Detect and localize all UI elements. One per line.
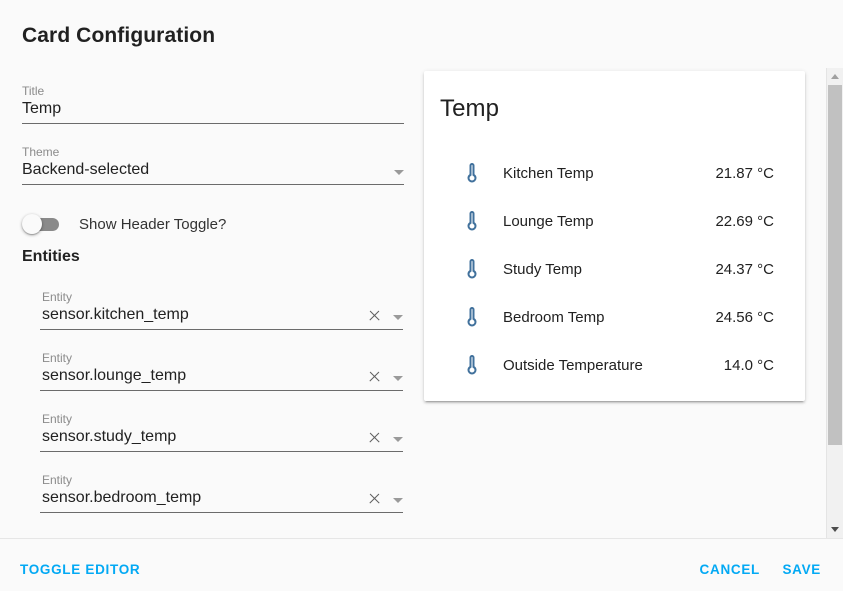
title-field-group: Title Temp <box>22 84 404 124</box>
close-icon[interactable] <box>368 431 381 444</box>
dialog-footer: TOGGLE EDITOR CANCEL SAVE <box>0 539 843 591</box>
card-preview: Temp Kitchen Temp 21.87 °C Lounge Temp 2… <box>424 71 805 401</box>
list-item-name: Kitchen Temp <box>503 164 594 182</box>
list-item-value: 14.0 °C <box>723 356 774 374</box>
entity-field-3: Entity sensor.bedroom_temp <box>40 473 403 534</box>
list-item[interactable]: Lounge Temp 22.69 °C <box>424 197 805 245</box>
card-preview-title: Temp <box>440 95 500 122</box>
close-icon[interactable] <box>368 370 381 383</box>
entity-input[interactable]: sensor.kitchen_temp <box>40 304 368 326</box>
theme-field-label: Theme <box>22 145 60 159</box>
scrollbar-thumb[interactable] <box>828 85 842 445</box>
chevron-down-icon[interactable] <box>393 437 403 442</box>
list-item-name: Study Temp <box>503 260 582 278</box>
dialog-content: Title Temp Theme Backend-selected Show H… <box>0 62 843 538</box>
title-input[interactable]: Temp <box>22 98 404 120</box>
chevron-down-icon[interactable] <box>393 376 403 381</box>
list-item-name: Bedroom Temp <box>503 308 605 326</box>
close-icon[interactable] <box>368 309 381 322</box>
entity-field-2: Entity sensor.study_temp <box>40 412 403 473</box>
title-field-underline <box>22 123 404 124</box>
list-item-value: 24.37 °C <box>715 260 774 278</box>
show-header-toggle-label: Show Header Toggle? <box>79 215 227 233</box>
entity-input[interactable]: sensor.lounge_temp <box>40 365 368 387</box>
list-item-name: Outside Temperature <box>503 356 643 374</box>
list-item[interactable]: Kitchen Temp 21.87 °C <box>424 149 805 197</box>
list-item-value: 21.87 °C <box>715 164 774 182</box>
scroll-down-arrow-icon <box>831 527 839 532</box>
list-item[interactable]: Study Temp 24.37 °C <box>424 245 805 293</box>
theme-field-group: Theme Backend-selected <box>22 145 404 185</box>
entity-field-underline <box>40 390 403 391</box>
scroll-up-arrow-icon <box>831 74 839 79</box>
theme-field-underline <box>22 184 404 185</box>
thermometer-icon <box>467 211 477 231</box>
entity-input-row[interactable]: sensor.bedroom_temp <box>40 487 403 509</box>
thermometer-icon <box>467 163 477 183</box>
entity-input[interactable]: sensor.study_temp <box>40 426 368 448</box>
thermometer-icon <box>467 259 477 279</box>
config-form-pane: Title Temp Theme Backend-selected Show H… <box>0 62 420 538</box>
save-button[interactable]: SAVE <box>774 554 829 585</box>
thermometer-icon <box>467 307 477 327</box>
scroll-up-button[interactable] <box>827 68 843 85</box>
list-item-value: 24.56 °C <box>715 308 774 326</box>
list-item[interactable]: Bedroom Temp 24.56 °C <box>424 293 805 341</box>
entity-input-row[interactable]: sensor.study_temp <box>40 426 403 448</box>
title-input-row[interactable]: Temp <box>22 98 404 120</box>
cancel-button[interactable]: CANCEL <box>692 554 768 585</box>
list-item-name: Lounge Temp <box>503 212 594 230</box>
vertical-scrollbar[interactable] <box>826 68 843 538</box>
toggle-editor-button[interactable]: TOGGLE EDITOR <box>12 554 148 585</box>
title-field-label: Title <box>22 84 45 98</box>
entity-field-underline <box>40 512 403 513</box>
entity-field-label: Entity <box>42 290 73 304</box>
chevron-down-icon[interactable] <box>393 498 403 503</box>
scroll-down-button[interactable] <box>827 521 843 538</box>
theme-select-value[interactable]: Backend-selected <box>22 159 386 181</box>
entity-field-label: Entity <box>42 473 73 487</box>
thermometer-icon <box>467 355 477 375</box>
card-configuration-dialog: Card Configuration Title Temp Theme Back… <box>0 0 843 591</box>
theme-select-row[interactable]: Backend-selected <box>22 159 404 181</box>
entities-list: Entity sensor.kitchen_temp Entity sensor… <box>0 290 420 534</box>
toggle-knob[interactable] <box>22 214 42 234</box>
entity-input-row[interactable]: sensor.kitchen_temp <box>40 304 403 326</box>
list-item-value: 22.69 °C <box>715 212 774 230</box>
entities-section-heading: Entities <box>22 248 80 265</box>
list-item[interactable]: Outside Temperature 14.0 °C <box>424 341 805 389</box>
entity-field-label: Entity <box>42 351 73 365</box>
entity-field-1: Entity sensor.lounge_temp <box>40 351 403 412</box>
page-title: Card Configuration <box>22 24 216 47</box>
entity-input[interactable]: sensor.bedroom_temp <box>40 487 368 509</box>
entity-field-underline <box>40 451 403 452</box>
card-preview-rows: Kitchen Temp 21.87 °C Lounge Temp 22.69 … <box>424 149 805 389</box>
close-icon[interactable] <box>368 492 381 505</box>
entity-field-underline <box>40 329 403 330</box>
show-header-toggle-row[interactable]: Show Header Toggle? <box>22 212 226 236</box>
entity-field-0: Entity sensor.kitchen_temp <box>40 290 403 351</box>
show-header-toggle-switch[interactable] <box>22 214 62 234</box>
chevron-down-icon[interactable] <box>394 170 404 175</box>
entity-input-row[interactable]: sensor.lounge_temp <box>40 365 403 387</box>
entity-field-label: Entity <box>42 412 73 426</box>
chevron-down-icon[interactable] <box>393 315 403 320</box>
